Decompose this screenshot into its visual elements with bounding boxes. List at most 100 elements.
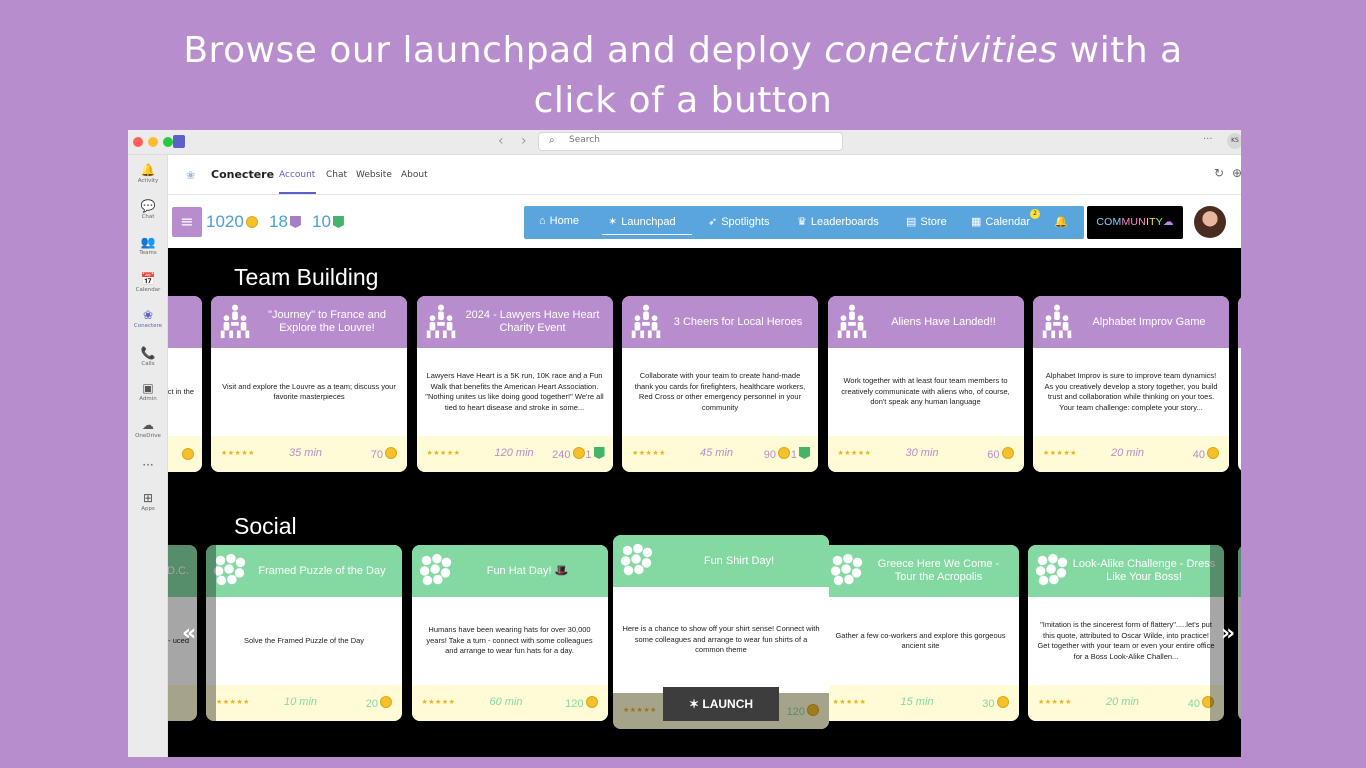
points-value: 120 [565,698,584,710]
rail-label: Admin [139,396,157,402]
people-crowd-icon [1035,553,1068,586]
close-window-button[interactable] [133,137,143,147]
tab-website[interactable]: Website [356,170,392,180]
card-footer: ★★★★★ 120 min 240 1 [416,436,613,472]
team-pyramid-icon [631,304,661,339]
points-value: 70 [370,449,383,461]
activity-card[interactable]: Greece Here We Come - Tour the Acropolis… [822,545,1019,721]
search-input[interactable] [569,135,829,145]
card-header: Greece Here We Come - Tour the Acropolis [822,545,1019,597]
nav-store[interactable]: ▤ Store [906,215,947,228]
hamburger-icon: ≡ [180,212,194,231]
points-value: 40 [1192,449,1205,461]
tab-about[interactable]: About [401,170,428,180]
activity-card[interactable]: Aliens Have Landed!! Work together with a… [827,296,1024,472]
home-icon: ⌂ [539,215,546,227]
card-duration: 35 min [289,447,323,459]
nav-spotlights[interactable]: ➶ Spotlights [708,215,770,228]
activity-card-partial[interactable]: r it's mitted nect in the [168,296,202,472]
card-footer [168,436,202,472]
nav-active-indicator [602,234,692,235]
card-footer: ★★★★★ 20 min 40 [1028,685,1224,721]
tab-chat[interactable]: Chat [326,170,347,180]
rail-item-admin[interactable]: ▣ Admin [128,381,168,402]
rail-label: Apps [141,506,155,512]
more-icon: ··· [142,458,154,472]
refresh-icon[interactable]: ↻ [1214,166,1224,180]
activity-card[interactable]: Fun Shirt Day! Here is a chance to show o… [613,535,829,729]
menu-button[interactable]: ≡ [172,207,202,237]
bonus-count: 1 [585,449,592,461]
card-points: 40 [1193,447,1219,461]
app-name: Conectere [211,168,275,181]
back-arrow-icon[interactable]: ‹ [498,133,504,149]
nav-calendar[interactable]: ▦ Calendar [971,215,1030,228]
card-footer: ★★★★★ 60 min 120 [411,685,608,721]
notifications-bell-icon[interactable]: 🔔 [1054,215,1068,228]
more-options-icon[interactable]: ··· [1203,134,1213,145]
activity-card[interactable]: Framed Puzzle of the Day Solve the Framed… [206,545,402,721]
rail-item-calendar[interactable]: 📅 Calendar [128,272,168,293]
nav-leaderboards[interactable]: ♛ Leaderboards [797,215,879,228]
rail-item-calls[interactable]: 📞 Calls [128,346,168,367]
teams-logo-icon [173,135,185,148]
app-header: ≡ 1020 18 10 ⌂ Home ✶ Launchpad ➶ Spotlight… [168,196,1241,248]
card-title: "Journey" to France and Explore the Louv… [268,309,386,334]
forward-arrow-icon[interactable]: › [521,133,527,149]
activity-card-partial[interactable] [1238,296,1241,472]
minimize-window-button[interactable] [148,137,158,147]
card-duration: 10 min [284,696,318,708]
rail-item-chat[interactable]: 💬 Chat [128,199,168,220]
community-text-c: IT [1145,216,1156,228]
headline-line-2: click of a button [533,80,833,121]
activity-card[interactable]: Look-Alike Challenge - Dress Like Your B… [1028,545,1224,721]
card-header: Fun Hat Day! 🎩 [411,545,608,597]
card-points: 240 [552,447,585,461]
card-points: 90 [764,447,790,461]
card-duration: 45 min [700,447,734,459]
search-box[interactable]: ⌕ [538,132,843,151]
team-pyramid-icon [220,304,250,339]
activity-card[interactable]: 2024 - Lawyers Have Heart Charity Event L… [416,296,613,472]
rail-item-more[interactable]: ··· [128,458,168,473]
rating-stars: ★★★★★ [832,699,867,706]
cloud-icon: ☁ [142,418,154,432]
card-title: 3 Cheers for Local Heroes [673,315,803,328]
team-pyramid-icon [837,304,866,339]
launch-button[interactable]: ✶ LAUNCH [663,687,779,721]
activity-card[interactable]: Fun Hat Day! 🎩 Humans have been wearing h… [411,545,608,721]
rail-item-conectere[interactable]: ❀ Conectere [128,308,168,329]
activity-card[interactable]: Alphabet Improv Game Alphabet Improv is s… [1033,296,1229,472]
card-title: Fun Shirt Day! [703,554,775,567]
coin-icon [385,447,397,459]
card-points: 120 [565,696,598,710]
bonus-badge: 1 [791,447,810,461]
activity-card[interactable]: "Journey" to France and Explore the Louv… [211,296,407,472]
card-description: Solve the Framed Puzzle of the Day [243,635,365,645]
tab-account[interactable]: Account [279,170,315,180]
card-header [1238,296,1241,348]
card-title: Fun Hat Day! 🎩 [486,564,569,577]
card-title: Look-Alike Challenge - Dress Like Your B… [1072,558,1216,583]
nav-home[interactable]: ⌂ Home [539,215,579,227]
community-text-d: Y [1155,216,1163,228]
community-button[interactable]: COMMUNITY☁ [1087,206,1183,239]
profile-avatar[interactable] [1194,206,1226,238]
zoom-window-button[interactable] [163,137,173,147]
bell-icon: 🔔 [140,163,156,177]
user-avatar[interactable]: KS [1227,133,1241,149]
rail-item-onedrive[interactable]: ☁ OneDrive [128,418,168,439]
nav-launchpad[interactable]: ✶ Launchpad [608,215,676,228]
globe-icon[interactable]: ⊕ [1232,166,1241,180]
coin-icon [1207,447,1219,459]
teams-icon: 👥 [140,235,156,249]
green-badge-icon [593,447,605,459]
activity-card[interactable]: 3 Cheers for Local Heroes Collaborate wit… [622,296,818,472]
spotlight-icon: ➶ [708,216,718,228]
rail-item-apps[interactable]: ⊞ Apps [128,491,168,512]
rating-stars: ★★★★★ [221,450,255,457]
rail-item-activity[interactable]: 🔔 Activity [128,163,168,184]
carousel-prev-button[interactable]: « [182,621,196,646]
carousel-next-button[interactable]: » [1221,621,1235,646]
rail-item-teams[interactable]: 👥 Teams [128,235,168,256]
